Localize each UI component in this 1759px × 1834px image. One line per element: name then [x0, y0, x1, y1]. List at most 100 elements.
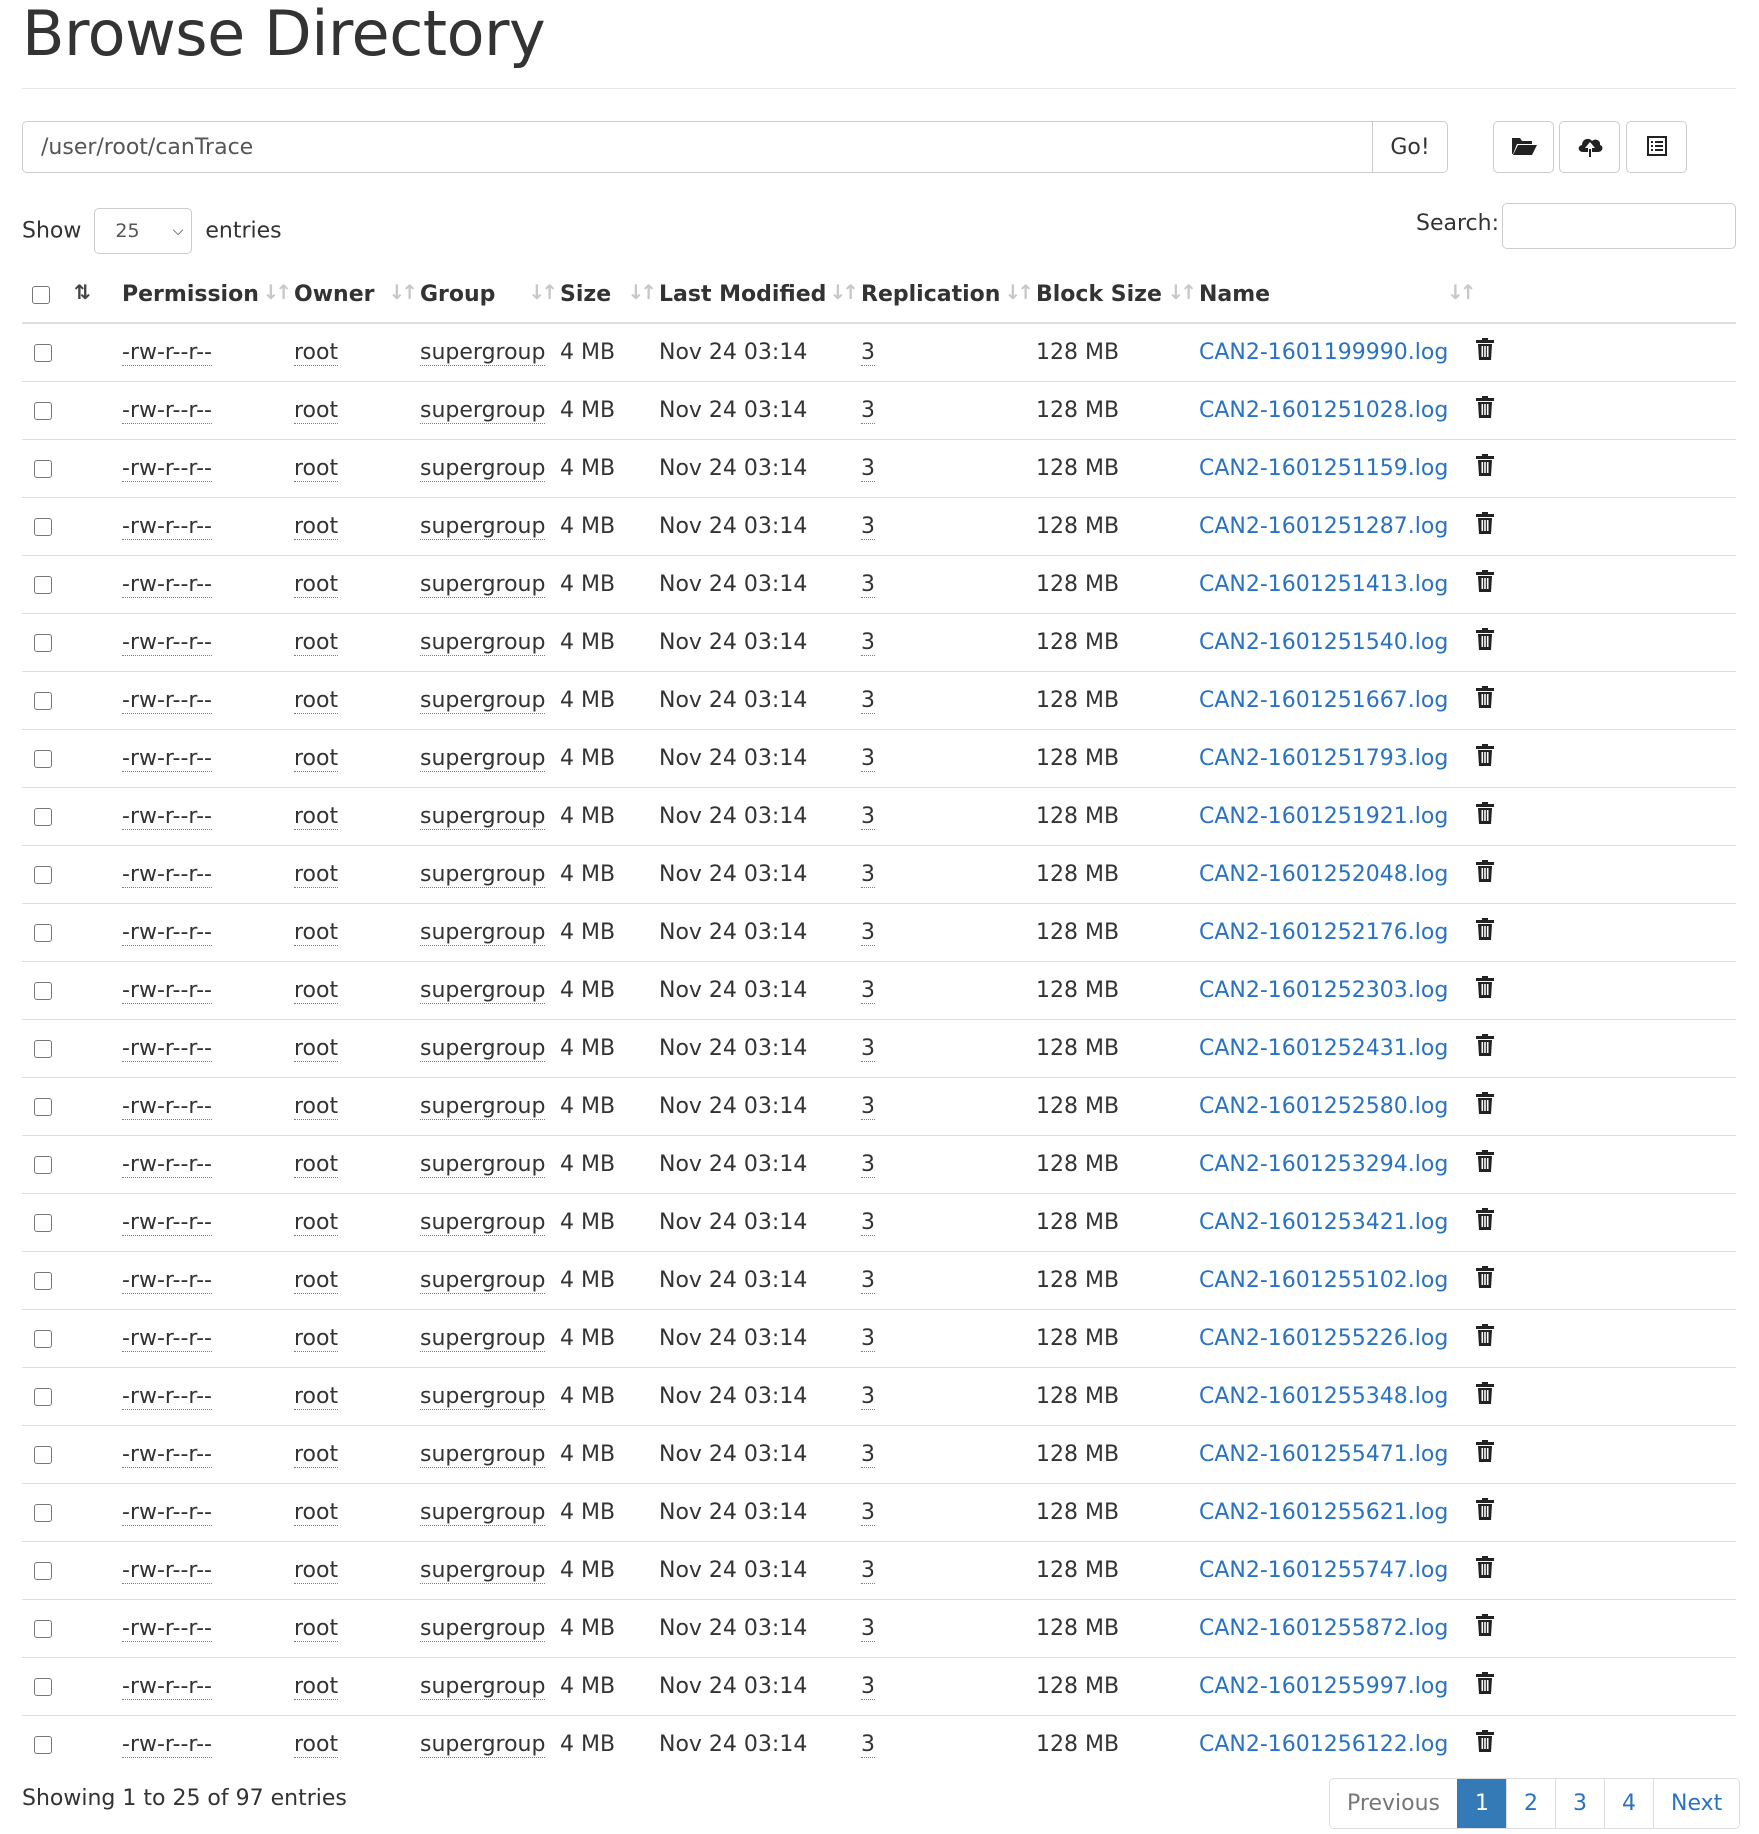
owner-value[interactable]: root	[294, 1035, 339, 1062]
trash-icon[interactable]	[1476, 1730, 1494, 1758]
group-value[interactable]: supergroup	[420, 1673, 546, 1700]
replication-value[interactable]: 3	[861, 1441, 875, 1468]
file-name-link[interactable]: CAN2-1601255997.log	[1199, 1674, 1448, 1699]
file-name-link[interactable]: CAN2-1601252431.log	[1199, 1036, 1448, 1061]
row-checkbox[interactable]	[34, 517, 52, 536]
row-checkbox[interactable]	[34, 1329, 52, 1348]
group-value[interactable]: supergroup	[420, 745, 546, 772]
permission-value[interactable]: -rw-r--r--	[122, 1383, 212, 1410]
trash-icon[interactable]	[1476, 1266, 1494, 1294]
permission-value[interactable]: -rw-r--r--	[122, 455, 212, 482]
owner-value[interactable]: root	[294, 1151, 339, 1178]
trash-icon[interactable]	[1476, 1382, 1494, 1410]
column-header-last-modified[interactable]: Last Modified ↓↑	[659, 266, 861, 324]
owner-value[interactable]: root	[294, 629, 339, 656]
column-header-group[interactable]: Group ↓↑	[420, 266, 560, 324]
permission-value[interactable]: -rw-r--r--	[122, 861, 212, 888]
go-button[interactable]: Go!	[1372, 122, 1447, 172]
file-name-link[interactable]: CAN2-1601256122.log	[1199, 1732, 1448, 1757]
group-value[interactable]: supergroup	[420, 397, 546, 424]
trash-icon[interactable]	[1476, 1324, 1494, 1352]
file-name-link[interactable]: CAN2-1601251667.log	[1199, 688, 1448, 713]
trash-icon[interactable]	[1476, 1498, 1494, 1526]
path-input[interactable]	[23, 122, 1372, 172]
row-checkbox[interactable]	[34, 865, 52, 884]
owner-value[interactable]: root	[294, 1383, 339, 1410]
file-name-link[interactable]: CAN2-1601251540.log	[1199, 630, 1448, 655]
replication-value[interactable]: 3	[861, 745, 875, 772]
file-name-link[interactable]: CAN2-1601251159.log	[1199, 456, 1448, 481]
owner-value[interactable]: root	[294, 571, 339, 598]
owner-value[interactable]: root	[294, 977, 339, 1004]
trash-icon[interactable]	[1476, 1208, 1494, 1236]
owner-value[interactable]: root	[294, 687, 339, 714]
file-name-link[interactable]: CAN2-1601252176.log	[1199, 920, 1448, 945]
group-value[interactable]: supergroup	[420, 1325, 546, 1352]
permission-value[interactable]: -rw-r--r--	[122, 339, 212, 366]
replication-value[interactable]: 3	[861, 803, 875, 830]
replication-value[interactable]: 3	[861, 629, 875, 656]
page-button[interactable]: 1	[1456, 1779, 1506, 1828]
permission-value[interactable]: -rw-r--r--	[122, 1267, 212, 1294]
trash-icon[interactable]	[1476, 338, 1494, 366]
group-value[interactable]: supergroup	[420, 1731, 546, 1758]
replication-value[interactable]: 3	[861, 1093, 875, 1120]
permission-value[interactable]: -rw-r--r--	[122, 1035, 212, 1062]
trash-icon[interactable]	[1476, 396, 1494, 424]
file-name-link[interactable]: CAN2-1601255471.log	[1199, 1442, 1448, 1467]
trash-icon[interactable]	[1476, 1092, 1494, 1120]
trash-icon[interactable]	[1476, 1150, 1494, 1178]
owner-value[interactable]: root	[294, 745, 339, 772]
group-value[interactable]: supergroup	[420, 629, 546, 656]
group-value[interactable]: supergroup	[420, 1441, 546, 1468]
file-name-link[interactable]: CAN2-1601251921.log	[1199, 804, 1448, 829]
row-checkbox[interactable]	[34, 1155, 52, 1174]
row-checkbox[interactable]	[34, 633, 52, 652]
permission-value[interactable]: -rw-r--r--	[122, 745, 212, 772]
row-checkbox[interactable]	[34, 1503, 52, 1522]
select-all-checkbox[interactable]	[32, 285, 50, 304]
column-header-size[interactable]: Size ↓↑	[560, 266, 659, 324]
upload-button[interactable]	[1559, 121, 1620, 173]
row-checkbox[interactable]	[34, 1387, 52, 1406]
column-header-name[interactable]: Name ↓↑	[1199, 266, 1476, 324]
file-name-link[interactable]: CAN2-1601251793.log	[1199, 746, 1448, 771]
trash-icon[interactable]	[1476, 1672, 1494, 1700]
owner-value[interactable]: root	[294, 513, 339, 540]
replication-value[interactable]: 3	[861, 513, 875, 540]
file-name-link[interactable]: CAN2-1601253421.log	[1199, 1210, 1448, 1235]
column-header-block-size[interactable]: Block Size ↓↑	[1036, 266, 1199, 324]
file-name-link[interactable]: CAN2-1601255747.log	[1199, 1558, 1448, 1583]
group-value[interactable]: supergroup	[420, 513, 546, 540]
permission-value[interactable]: -rw-r--r--	[122, 919, 212, 946]
page-button[interactable]: 2	[1505, 1779, 1555, 1828]
permission-value[interactable]: -rw-r--r--	[122, 1673, 212, 1700]
file-name-link[interactable]: CAN2-1601255348.log	[1199, 1384, 1448, 1409]
row-checkbox[interactable]	[34, 1561, 52, 1580]
group-value[interactable]: supergroup	[420, 861, 546, 888]
replication-value[interactable]: 3	[861, 1209, 875, 1236]
row-checkbox[interactable]	[34, 1445, 52, 1464]
row-checkbox[interactable]	[34, 575, 52, 594]
group-value[interactable]: supergroup	[420, 687, 546, 714]
replication-value[interactable]: 3	[861, 571, 875, 598]
trash-icon[interactable]	[1476, 1556, 1494, 1584]
group-value[interactable]: supergroup	[420, 1035, 546, 1062]
file-name-link[interactable]: CAN2-1601199990.log	[1199, 340, 1448, 365]
file-name-link[interactable]: CAN2-1601252303.log	[1199, 978, 1448, 1003]
row-checkbox[interactable]	[34, 807, 52, 826]
file-name-link[interactable]: CAN2-1601255226.log	[1199, 1326, 1448, 1351]
row-checkbox[interactable]	[34, 1735, 52, 1754]
permission-value[interactable]: -rw-r--r--	[122, 977, 212, 1004]
cut-paste-button[interactable]	[1626, 121, 1687, 173]
replication-value[interactable]: 3	[861, 1325, 875, 1352]
trash-icon[interactable]	[1476, 860, 1494, 888]
row-checkbox[interactable]	[34, 1619, 52, 1638]
group-value[interactable]: supergroup	[420, 455, 546, 482]
row-checkbox[interactable]	[34, 459, 52, 478]
trash-icon[interactable]	[1476, 512, 1494, 540]
group-value[interactable]: supergroup	[420, 339, 546, 366]
owner-value[interactable]: root	[294, 1499, 339, 1526]
row-checkbox[interactable]	[34, 1271, 52, 1290]
replication-value[interactable]: 3	[861, 919, 875, 946]
